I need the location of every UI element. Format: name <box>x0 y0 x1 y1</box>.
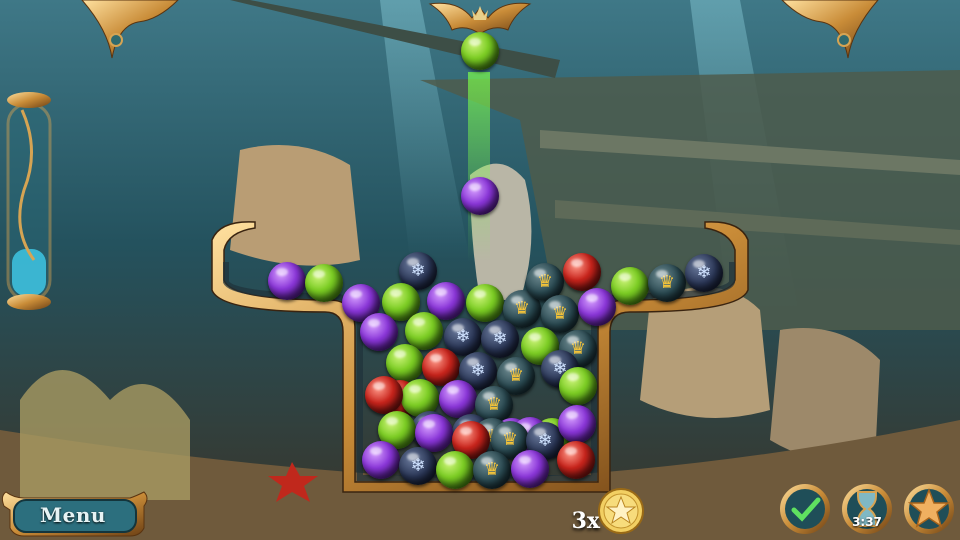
ball-green[interactable] <box>436 451 474 489</box>
confirm-checkmark-button[interactable] <box>778 482 832 536</box>
ball-green[interactable] <box>466 284 504 322</box>
ball-green[interactable] <box>559 367 597 405</box>
ball-purple[interactable] <box>558 405 596 443</box>
crown-icon: ♛ <box>483 459 501 480</box>
ball-red[interactable] <box>557 441 595 479</box>
green-launch-beam <box>468 72 490 262</box>
ball-red[interactable] <box>563 253 601 291</box>
ball-purple[interactable] <box>268 262 306 300</box>
falling-ball-purple <box>461 177 499 215</box>
crown-icon: ♛ <box>658 272 676 293</box>
ball-green[interactable] <box>611 267 649 305</box>
ball-purple[interactable] <box>360 313 398 351</box>
ball-crown[interactable]: ♛ <box>473 451 511 489</box>
ball-purple[interactable] <box>362 441 400 479</box>
ball-red[interactable] <box>365 376 403 414</box>
ball-purple[interactable] <box>511 450 549 488</box>
menu-label[interactable]: Menu <box>13 499 133 531</box>
score-multiplier: 3x <box>571 508 600 534</box>
rock <box>230 145 360 266</box>
timer-readout: 3:37 <box>852 515 882 529</box>
ornament-corner-left <box>81 0 179 59</box>
next-ball-green <box>461 32 499 70</box>
ball-green[interactable] <box>386 344 424 382</box>
ball-purple[interactable] <box>578 288 616 326</box>
ball-web[interactable]: ❄ <box>399 447 437 485</box>
snowflake-web-icon: ❄ <box>410 455 426 476</box>
ball-web[interactable]: ❄ <box>685 254 723 292</box>
gold-star-coin-icon <box>598 488 644 534</box>
power-meter-tube <box>6 92 52 310</box>
ball-green[interactable] <box>305 264 343 302</box>
starfish-bonus-button[interactable] <box>902 482 956 536</box>
ball-crown[interactable]: ♛ <box>648 264 686 302</box>
ornament-corner-right <box>781 0 879 59</box>
power-meter-fill <box>12 249 46 296</box>
snowflake-web-icon: ❄ <box>696 262 712 283</box>
